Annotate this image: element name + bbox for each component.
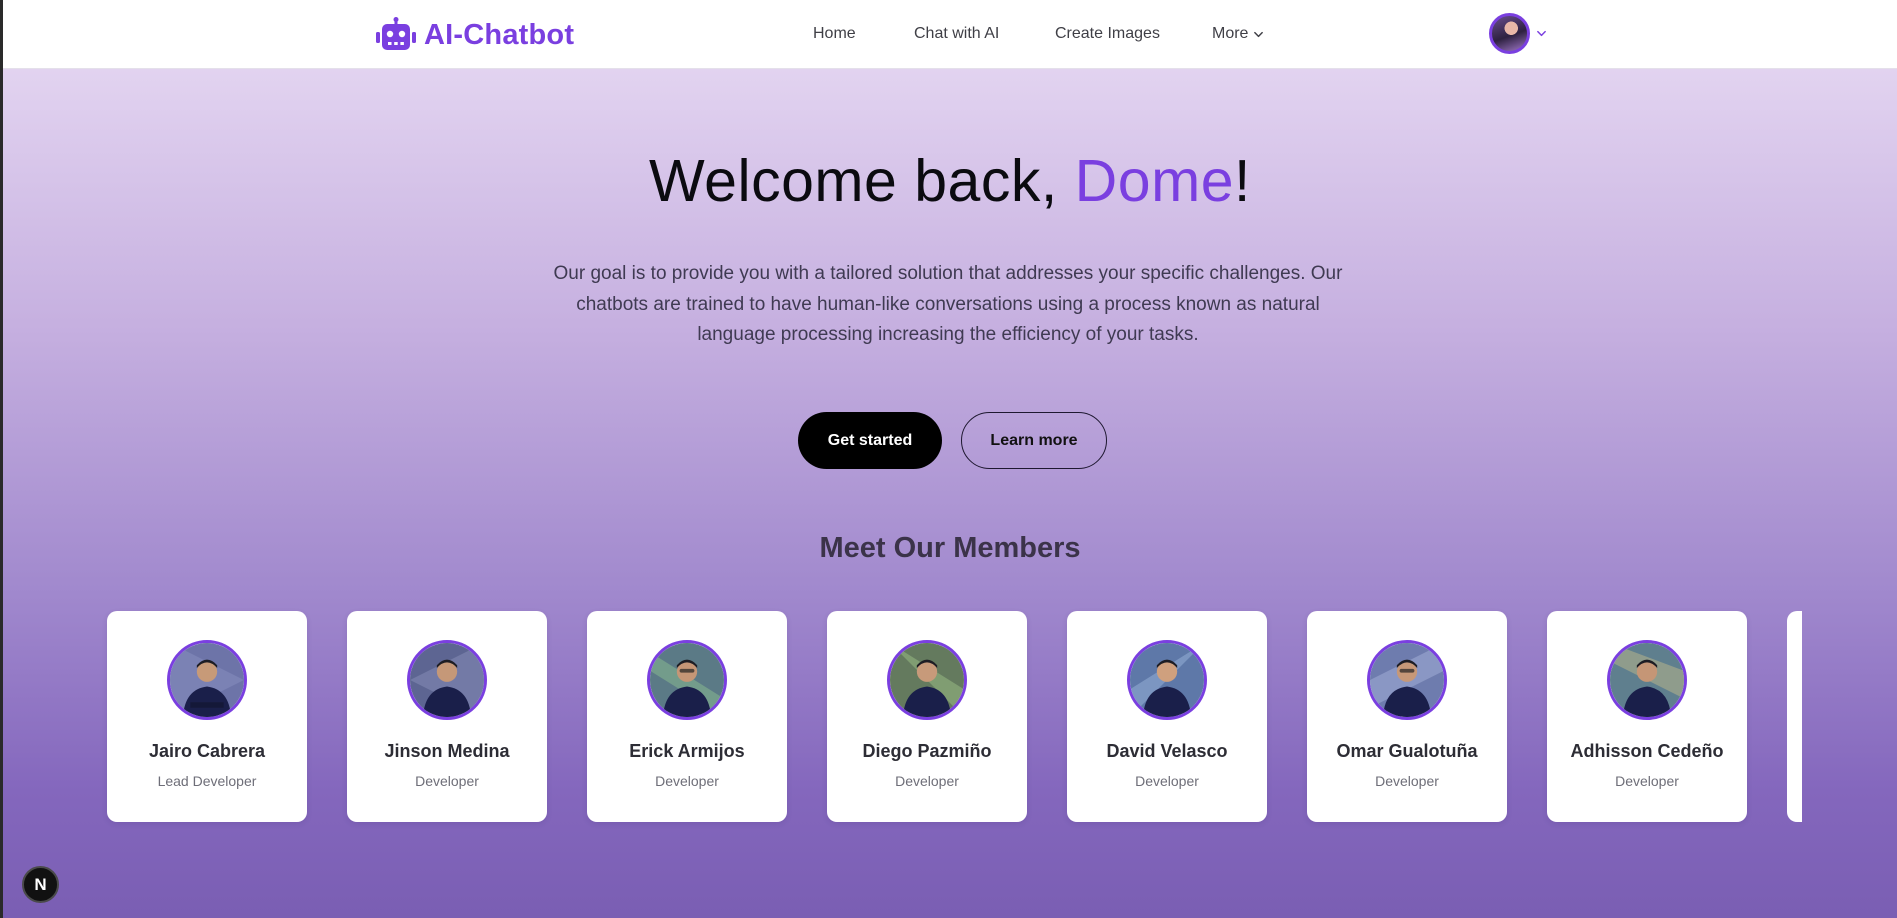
- member-role: Developer: [415, 773, 479, 789]
- member-name: Jinson Medina: [384, 741, 510, 761]
- member-card[interactable]: Jairo Cabrera Lead Developer: [107, 611, 307, 822]
- member-role: Developer: [655, 773, 719, 789]
- chevron-down-icon: [1537, 30, 1546, 37]
- member-card[interactable]: Diego Pazmiño Developer: [827, 611, 1027, 822]
- member-card[interactable]: Adhisson Cedeño Developer: [1547, 611, 1747, 822]
- member-photo: [1127, 640, 1207, 720]
- nav-home-link[interactable]: Home: [813, 22, 856, 46]
- nextjs-dev-badge[interactable]: N: [22, 866, 59, 903]
- members-heading: Meet Our Members: [819, 532, 1081, 564]
- user-name: Dome: [1074, 148, 1235, 214]
- member-name: Erick Armijos: [629, 741, 745, 761]
- member-card[interactable]: David Velasco Developer: [1067, 611, 1267, 822]
- member-name: Jairo Cabrera: [148, 741, 266, 761]
- member-role: Developer: [1375, 773, 1439, 789]
- member-role: Developer: [1135, 773, 1199, 789]
- nav-more-label: More: [1212, 25, 1249, 42]
- member-photo: [1367, 640, 1447, 720]
- member-card-partial[interactable]: [1787, 611, 1802, 822]
- top-navbar: AI-Chatbot Home Chat with AI Create Imag…: [3, 0, 1897, 69]
- members-carousel: Jairo Cabrera Lead Developer Jinson Medi…: [3, 611, 1897, 823]
- member-name: Omar Gualotuña: [1336, 741, 1478, 761]
- member-photo: [887, 640, 967, 720]
- member-card[interactable]: Jinson Medina Developer: [347, 611, 547, 822]
- member-photo: [407, 640, 487, 720]
- welcome-prefix: Welcome back,: [649, 148, 1075, 214]
- nav-more-dropdown[interactable]: More: [1212, 22, 1264, 46]
- nav-create-images-link[interactable]: Create Images: [1055, 22, 1160, 46]
- welcome-suffix: !: [1234, 148, 1251, 214]
- member-role: Developer: [895, 773, 959, 789]
- hero-description: Our goal is to provide you with a tailor…: [553, 263, 1343, 345]
- member-card[interactable]: Erick Armijos Developer: [587, 611, 787, 822]
- member-photo: [167, 640, 247, 720]
- main-nav: Home Chat with AI Create Images More: [3, 22, 1897, 46]
- get-started-button[interactable]: Get started: [798, 412, 942, 469]
- member-card[interactable]: Omar Gualotuña Developer: [1307, 611, 1507, 822]
- member-role: Developer: [1615, 773, 1679, 789]
- member-name: David Velasco: [1106, 741, 1228, 761]
- hero-section: Welcome back, Dome! Our goal is to provi…: [3, 69, 1897, 918]
- user-menu-button[interactable]: [1489, 13, 1547, 54]
- user-avatar: [1489, 13, 1530, 54]
- member-name: Adhisson Cedeño: [1570, 741, 1724, 761]
- window-edge: [0, 0, 3, 918]
- learn-more-button[interactable]: Learn more: [961, 412, 1107, 469]
- member-photo: [647, 640, 727, 720]
- nav-chat-link[interactable]: Chat with AI: [914, 22, 999, 46]
- member-name: Diego Pazmiño: [862, 741, 992, 761]
- member-role: Lead Developer: [157, 773, 257, 789]
- chevron-down-icon: [1254, 31, 1264, 37]
- member-photo: [1607, 640, 1687, 720]
- welcome-title: Welcome back, Dome!: [3, 147, 1897, 215]
